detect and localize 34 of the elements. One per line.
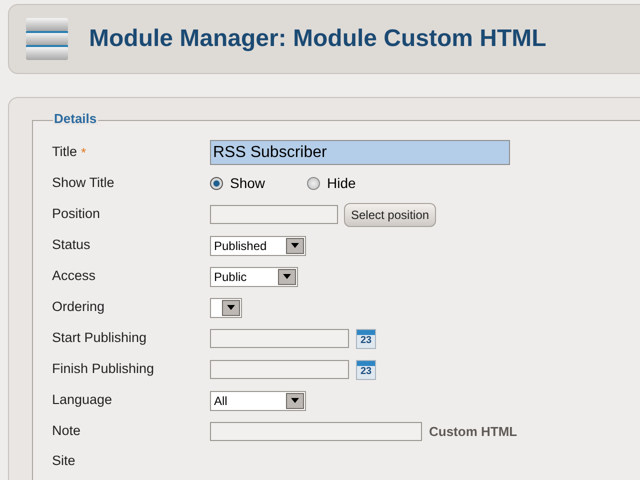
- field-label: Access: [52, 267, 96, 286]
- caret-icon: [286, 238, 304, 254]
- dropdown[interactable]: All: [210, 390, 306, 410]
- field-label: Status: [52, 236, 90, 254]
- field-label: Title: [52, 143, 78, 162]
- field-label: Start Publishing: [52, 329, 147, 348]
- note-field[interactable]: [210, 422, 422, 441]
- field-label: Position: [52, 205, 100, 224]
- fieldset-legend: Details: [53, 112, 98, 125]
- page-title: Module Manager: Module Custom HTML: [89, 24, 546, 54]
- dropdown[interactable]: [210, 298, 242, 318]
- required-mark: *: [81, 144, 86, 162]
- radio-option[interactable]: Hide: [307, 173, 356, 194]
- module-type-label: Custom HTML: [429, 422, 518, 441]
- select-position-button[interactable]: Select position: [344, 202, 436, 226]
- position-field[interactable]: [210, 205, 338, 224]
- field-label: Note: [52, 422, 81, 440]
- field-label: Site: [52, 452, 76, 470]
- dropdown[interactable]: Public: [210, 266, 298, 286]
- stack-icon: [25, 17, 69, 61]
- field-label: Language: [52, 391, 112, 410]
- field-label: Show Title: [52, 174, 114, 192]
- caret-icon: [286, 392, 304, 408]
- caret-icon: [278, 268, 296, 284]
- title-field[interactable]: RSS Subscriber: [210, 140, 510, 165]
- calendar-icon[interactable]: 23: [356, 328, 376, 348]
- date-field[interactable]: [210, 329, 349, 348]
- caret-icon: [222, 300, 240, 316]
- calendar-icon[interactable]: 23: [356, 360, 376, 380]
- dropdown[interactable]: Published: [210, 236, 306, 256]
- radio-option[interactable]: Show: [210, 173, 266, 194]
- field-label: Ordering: [52, 298, 105, 316]
- field-label: Finish Publishing: [52, 360, 154, 378]
- date-field[interactable]: [210, 360, 349, 379]
